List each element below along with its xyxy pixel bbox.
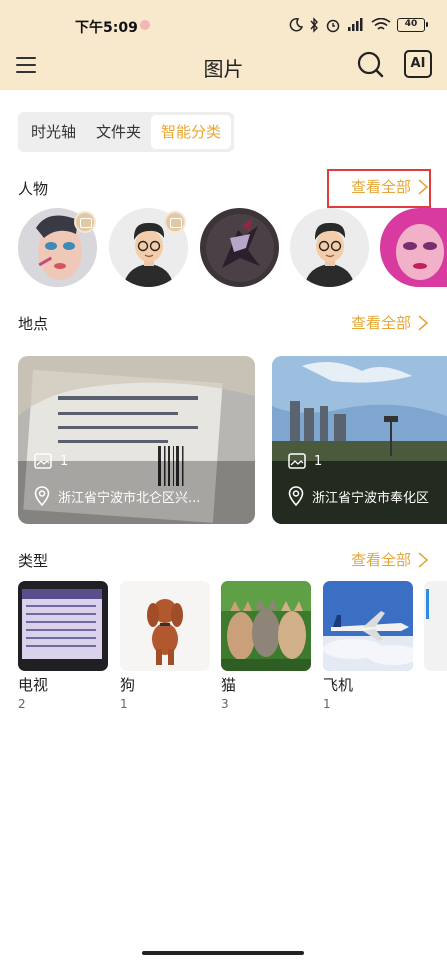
type-label: 飞机 — [323, 676, 354, 694]
type-card-airplane[interactable] — [323, 581, 413, 671]
moon-icon — [289, 18, 303, 32]
view-all-label: 查看全部 — [350, 551, 411, 569]
place-card[interactable]: 1 浙江省宁波市北仑区兴... — [18, 356, 255, 524]
menu-button[interactable] — [14, 53, 38, 77]
highlight-box — [327, 169, 431, 208]
top-bar: 下午5:09 40 图片 AI — [0, 0, 447, 90]
places-view-all-button[interactable]: 查看全部 — [351, 312, 429, 333]
battery-icon: 40 — [397, 18, 428, 32]
type-label: 狗 — [120, 676, 136, 694]
wifi-icon — [371, 18, 391, 30]
ai-recognition-button[interactable]: AI — [404, 50, 432, 78]
image-badge-icon — [74, 211, 96, 233]
app-bar: 图片 AI — [0, 44, 447, 90]
image-icon — [34, 453, 52, 469]
bluetooth-icon — [310, 17, 318, 33]
type-label: 猫 — [221, 676, 237, 694]
location-pin-icon — [34, 486, 50, 506]
alarm-icon — [326, 19, 340, 33]
type-count: 2 — [18, 697, 26, 711]
view-all-label: 查看全部 — [350, 314, 411, 332]
people-section-title: 人物 — [18, 180, 49, 198]
tab-timeline[interactable]: 时光轴 — [21, 115, 86, 149]
place-location-label: 浙江省宁波市北仑区兴... — [58, 490, 201, 506]
types-section-title: 类型 — [18, 552, 49, 570]
type-count: 1 — [323, 697, 331, 711]
person-avatar[interactable] — [380, 208, 447, 287]
type-count: 3 — [221, 697, 229, 711]
person-avatar[interactable] — [200, 208, 279, 287]
type-card-partial[interactable] — [424, 581, 447, 671]
tab-smart-categories[interactable]: 智能分类 — [151, 115, 232, 149]
places-section-title: 地点 — [18, 315, 49, 333]
home-indicator[interactable] — [142, 951, 304, 955]
chevron-right-icon — [418, 551, 429, 568]
place-location-label: 浙江省宁波市奉化区 — [312, 490, 430, 506]
photo-count: 1 — [288, 453, 322, 469]
notification-icon — [140, 20, 150, 30]
type-card-dog[interactable] — [120, 581, 210, 671]
photo-count-value: 1 — [314, 453, 323, 469]
category-tabs: 时光轴 文件夹 智能分类 — [18, 112, 235, 152]
photo-count: 1 — [34, 453, 68, 469]
signal-icon — [348, 18, 363, 31]
type-card-tv[interactable] — [18, 581, 108, 671]
person-avatar[interactable] — [290, 208, 369, 287]
tab-folders[interactable]: 文件夹 — [86, 115, 151, 149]
image-badge-icon — [164, 211, 186, 233]
status-bar: 下午5:09 40 — [0, 0, 447, 44]
type-label: 电视 — [18, 676, 49, 694]
chevron-right-icon — [418, 314, 429, 331]
search-icon[interactable] — [356, 50, 384, 78]
place-card[interactable]: 1 浙江省宁波市奉化区 — [272, 356, 447, 524]
type-card-cat[interactable] — [221, 581, 311, 671]
types-view-all-button[interactable]: 查看全部 — [351, 549, 429, 570]
menu-icon — [16, 57, 36, 59]
place-location: 浙江省宁波市北仑区兴... — [34, 486, 200, 506]
image-icon — [288, 453, 306, 469]
type-count: 1 — [120, 697, 128, 711]
status-time: 下午5:09 — [75, 20, 138, 36]
status-icons: 40 — [289, 16, 428, 34]
photo-count-value: 1 — [60, 453, 69, 469]
location-pin-icon — [288, 486, 304, 506]
place-location: 浙江省宁波市奉化区 — [288, 486, 429, 506]
